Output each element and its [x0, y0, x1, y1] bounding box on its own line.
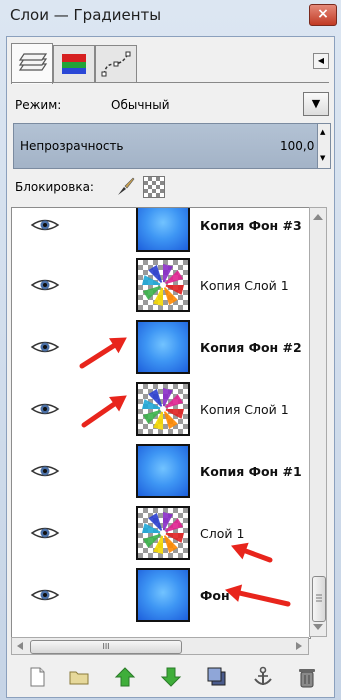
- annotation-arrow-shaft: [242, 548, 273, 563]
- annotation-arrow-head: [225, 584, 243, 602]
- annotation-arrow-shaft: [81, 401, 117, 428]
- annotation-arrow-shaft: [237, 590, 291, 607]
- annotation-arrows: [79, 337, 291, 607]
- annotation-arrow-head: [231, 542, 249, 560]
- annotation-arrow-shaft: [79, 343, 117, 369]
